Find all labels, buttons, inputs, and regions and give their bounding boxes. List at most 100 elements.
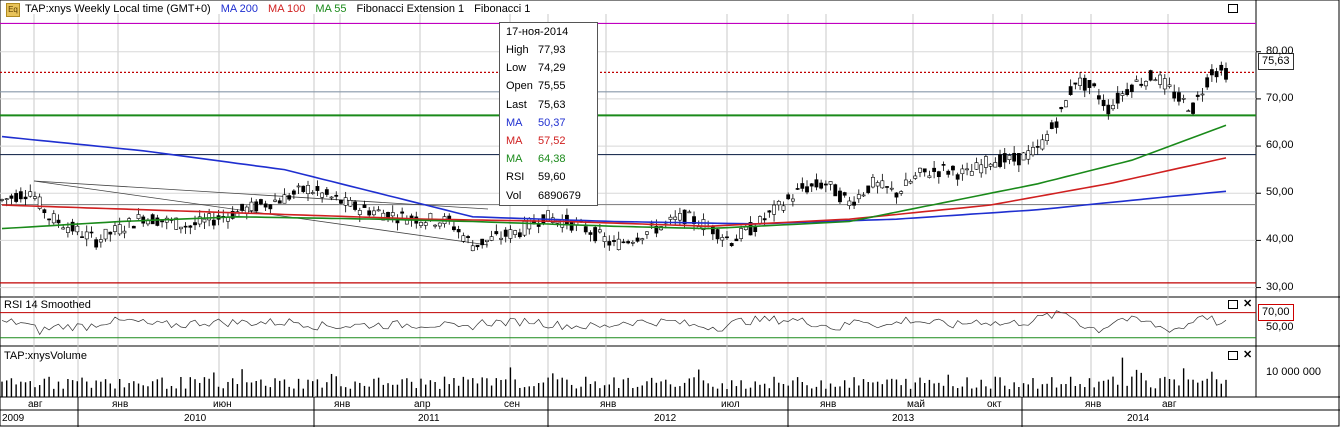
volume-panel-title[interactable]: TAP:xnysVolume (4, 350, 87, 362)
month-tick: авг (1162, 399, 1177, 410)
year-tick: 2012 (654, 413, 677, 424)
maximize-icon[interactable] (1228, 4, 1238, 13)
tooltip-value: 6890679 (538, 189, 581, 202)
candle-body (772, 204, 776, 215)
candle-body (612, 240, 616, 242)
tooltip-key: High (506, 44, 529, 56)
tooltip-row: Last 75,63 (500, 96, 597, 114)
fibonacci-label[interactable]: Fibonacci 1 (474, 2, 530, 16)
year-tick: 2011 (418, 413, 440, 424)
candle-body (240, 203, 244, 211)
candle-body (781, 205, 786, 211)
candle-body (814, 179, 819, 188)
tooltip-row: MA 57,52 (500, 132, 597, 150)
candle-body (1106, 104, 1111, 115)
month-tick: май (907, 399, 926, 410)
candle-body (489, 236, 494, 241)
month-tick: янв (600, 399, 617, 410)
candle-body (984, 156, 988, 168)
volume-close-icon[interactable]: ✕ (1243, 350, 1252, 361)
candle-body (941, 164, 946, 166)
candle-body (908, 181, 913, 184)
ma200-label[interactable]: MA 200 (221, 2, 258, 16)
candle-body (1002, 153, 1007, 163)
candle-body (503, 229, 508, 237)
candle-body (673, 216, 678, 220)
candle-body (955, 174, 960, 180)
tooltip-key: MA (506, 134, 523, 147)
chart-window: Eq TAP:xnys Weekly Local time (GMT+0) MA… (0, 0, 1340, 427)
candle-body (470, 245, 475, 252)
candle-body (790, 198, 795, 202)
candle-body (334, 194, 339, 197)
candle-body (819, 182, 824, 189)
candle-body (51, 213, 56, 224)
candle-body (838, 190, 842, 203)
candle-body (14, 193, 19, 202)
candle-body (767, 210, 772, 213)
rsi-tick: 50,00 (1266, 321, 1294, 333)
tooltip-value: 75,55 (538, 80, 566, 93)
candlestick-chart[interactable] (0, 0, 1340, 427)
candle-body (932, 167, 937, 172)
candle-body (329, 196, 334, 199)
candle-body (1054, 121, 1059, 128)
candle-body (720, 237, 725, 241)
ma100-label[interactable]: MA 100 (268, 2, 305, 16)
candle-body (805, 186, 809, 193)
candle-body (282, 194, 287, 204)
tooltip-value: 57,52 (538, 134, 566, 147)
tooltip-key: Low (506, 62, 527, 75)
candle-body (136, 214, 141, 219)
price-tick: 70,00 (1266, 91, 1294, 104)
volume-maximize-icon[interactable] (1228, 351, 1238, 360)
data-tooltip: 17-ноя-2014 High 77,93 Low 74,29 Open 75,55 La… (499, 22, 598, 206)
candle-body (965, 168, 969, 171)
candle-body (668, 216, 673, 220)
candle-body (993, 162, 998, 168)
candle-body (400, 211, 405, 214)
tooltip-row: Open 75,55 (500, 77, 597, 95)
candle-body (1045, 134, 1050, 141)
volume-tick: 10 000 000 (1266, 366, 1322, 378)
candle-body (108, 231, 113, 235)
candle-body (729, 243, 734, 247)
rsi-panel-title[interactable]: RSI 14 Smoothed (4, 299, 91, 311)
candle-body (103, 228, 108, 240)
instrument-label[interactable]: TAP:xnys Weekly Local time (GMT+0) (25, 2, 211, 16)
candle-body (437, 222, 442, 227)
candle-body (75, 225, 80, 233)
candle-body (211, 219, 216, 226)
candle-body (155, 217, 160, 226)
candle-body (0, 199, 4, 201)
candle-body (626, 241, 631, 244)
rsi-maximize-icon[interactable] (1228, 300, 1238, 309)
app-icon[interactable]: Eq (6, 3, 20, 17)
tooltip-value: 64,38 (538, 153, 566, 166)
fib-extension-label[interactable]: Fibonacci Extension 1 (357, 2, 465, 16)
candle-body (23, 196, 28, 200)
candle-body (94, 239, 99, 248)
month-tick: янв (112, 399, 129, 410)
candle-body (1209, 69, 1214, 76)
candle-body (588, 232, 593, 235)
candle-body (42, 209, 47, 214)
rsi-close-icon[interactable]: ✕ (1243, 299, 1252, 310)
candle-body (84, 231, 89, 240)
candle-body (1186, 110, 1191, 113)
tooltip-key: MA (506, 153, 523, 166)
candle-body (1200, 93, 1205, 96)
candle-body (89, 231, 94, 234)
candle-body (1021, 152, 1026, 161)
candle-body (597, 229, 602, 233)
candle-body (428, 213, 433, 220)
candle-body (828, 181, 833, 185)
candle-body (1111, 104, 1115, 110)
candle-body (263, 203, 268, 208)
candle-body (1049, 122, 1054, 129)
candle-body (640, 238, 645, 241)
candle-body (918, 167, 922, 173)
ma55-label[interactable]: MA 55 (315, 2, 346, 16)
candle-body (18, 191, 23, 200)
candle-body (9, 195, 14, 199)
